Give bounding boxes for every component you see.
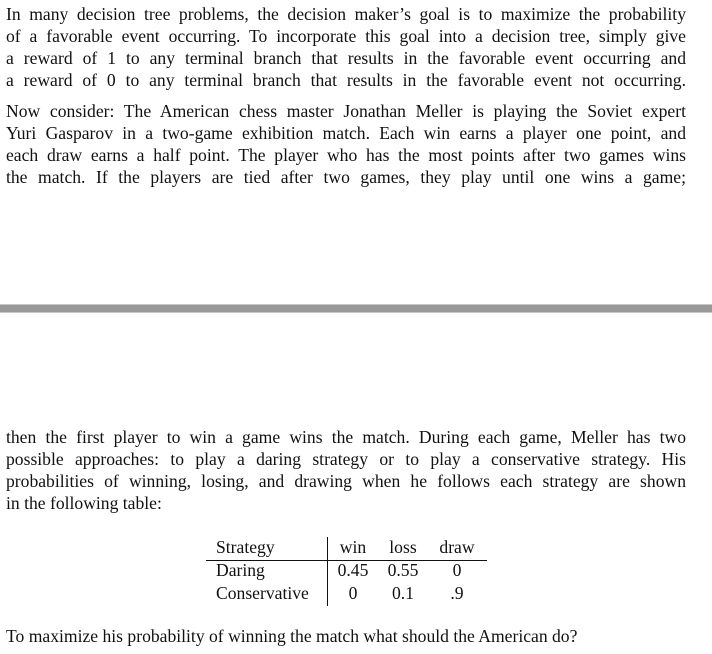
row-conservative-win: 0 xyxy=(348,583,358,603)
row-daring-loss: 0.55 xyxy=(387,560,419,580)
header-strategy: Strategy xyxy=(216,537,275,557)
strategy-table: Strategy win loss draw Daring 0.45 0.55 … xyxy=(206,536,488,608)
text-line: of a favorable event occurring. To incor… xyxy=(6,26,686,46)
row-daring-label: Daring xyxy=(216,560,265,580)
row-conservative-loss: 0.1 xyxy=(392,583,414,603)
question-text: To maximize his probability of winning t… xyxy=(6,626,578,646)
row-conservative-label: Conservative xyxy=(216,583,309,603)
row-conservative-draw: .9 xyxy=(450,583,464,603)
header-win: win xyxy=(339,537,367,557)
text-line: a reward of 1 to any terminal branch tha… xyxy=(6,48,686,68)
text-line: probabilities of winning, losing, and dr… xyxy=(6,471,686,491)
header-loss: loss xyxy=(389,537,417,557)
text-line: Yuri Gasparov in a two-game exhibition m… xyxy=(6,123,686,143)
row-daring-draw: 0 xyxy=(452,560,462,580)
header-draw: draw xyxy=(439,537,475,557)
text-line: each draw earns a half point. The player… xyxy=(6,145,686,165)
text-line: in the following table: xyxy=(6,493,162,513)
text-line: In many decision tree problems, the deci… xyxy=(6,4,686,24)
text-line: a reward of 0 to any terminal branch tha… xyxy=(6,70,686,90)
text-line: then the first player to win a game wins… xyxy=(6,427,686,447)
text-line: Now consider: The American chess master … xyxy=(6,101,686,121)
row-daring-win: 0.45 xyxy=(337,560,369,580)
page-separator xyxy=(0,304,712,313)
text-line: the match. If the players are tied after… xyxy=(6,167,686,187)
text-line: possible approaches: to play a daring st… xyxy=(6,449,686,469)
